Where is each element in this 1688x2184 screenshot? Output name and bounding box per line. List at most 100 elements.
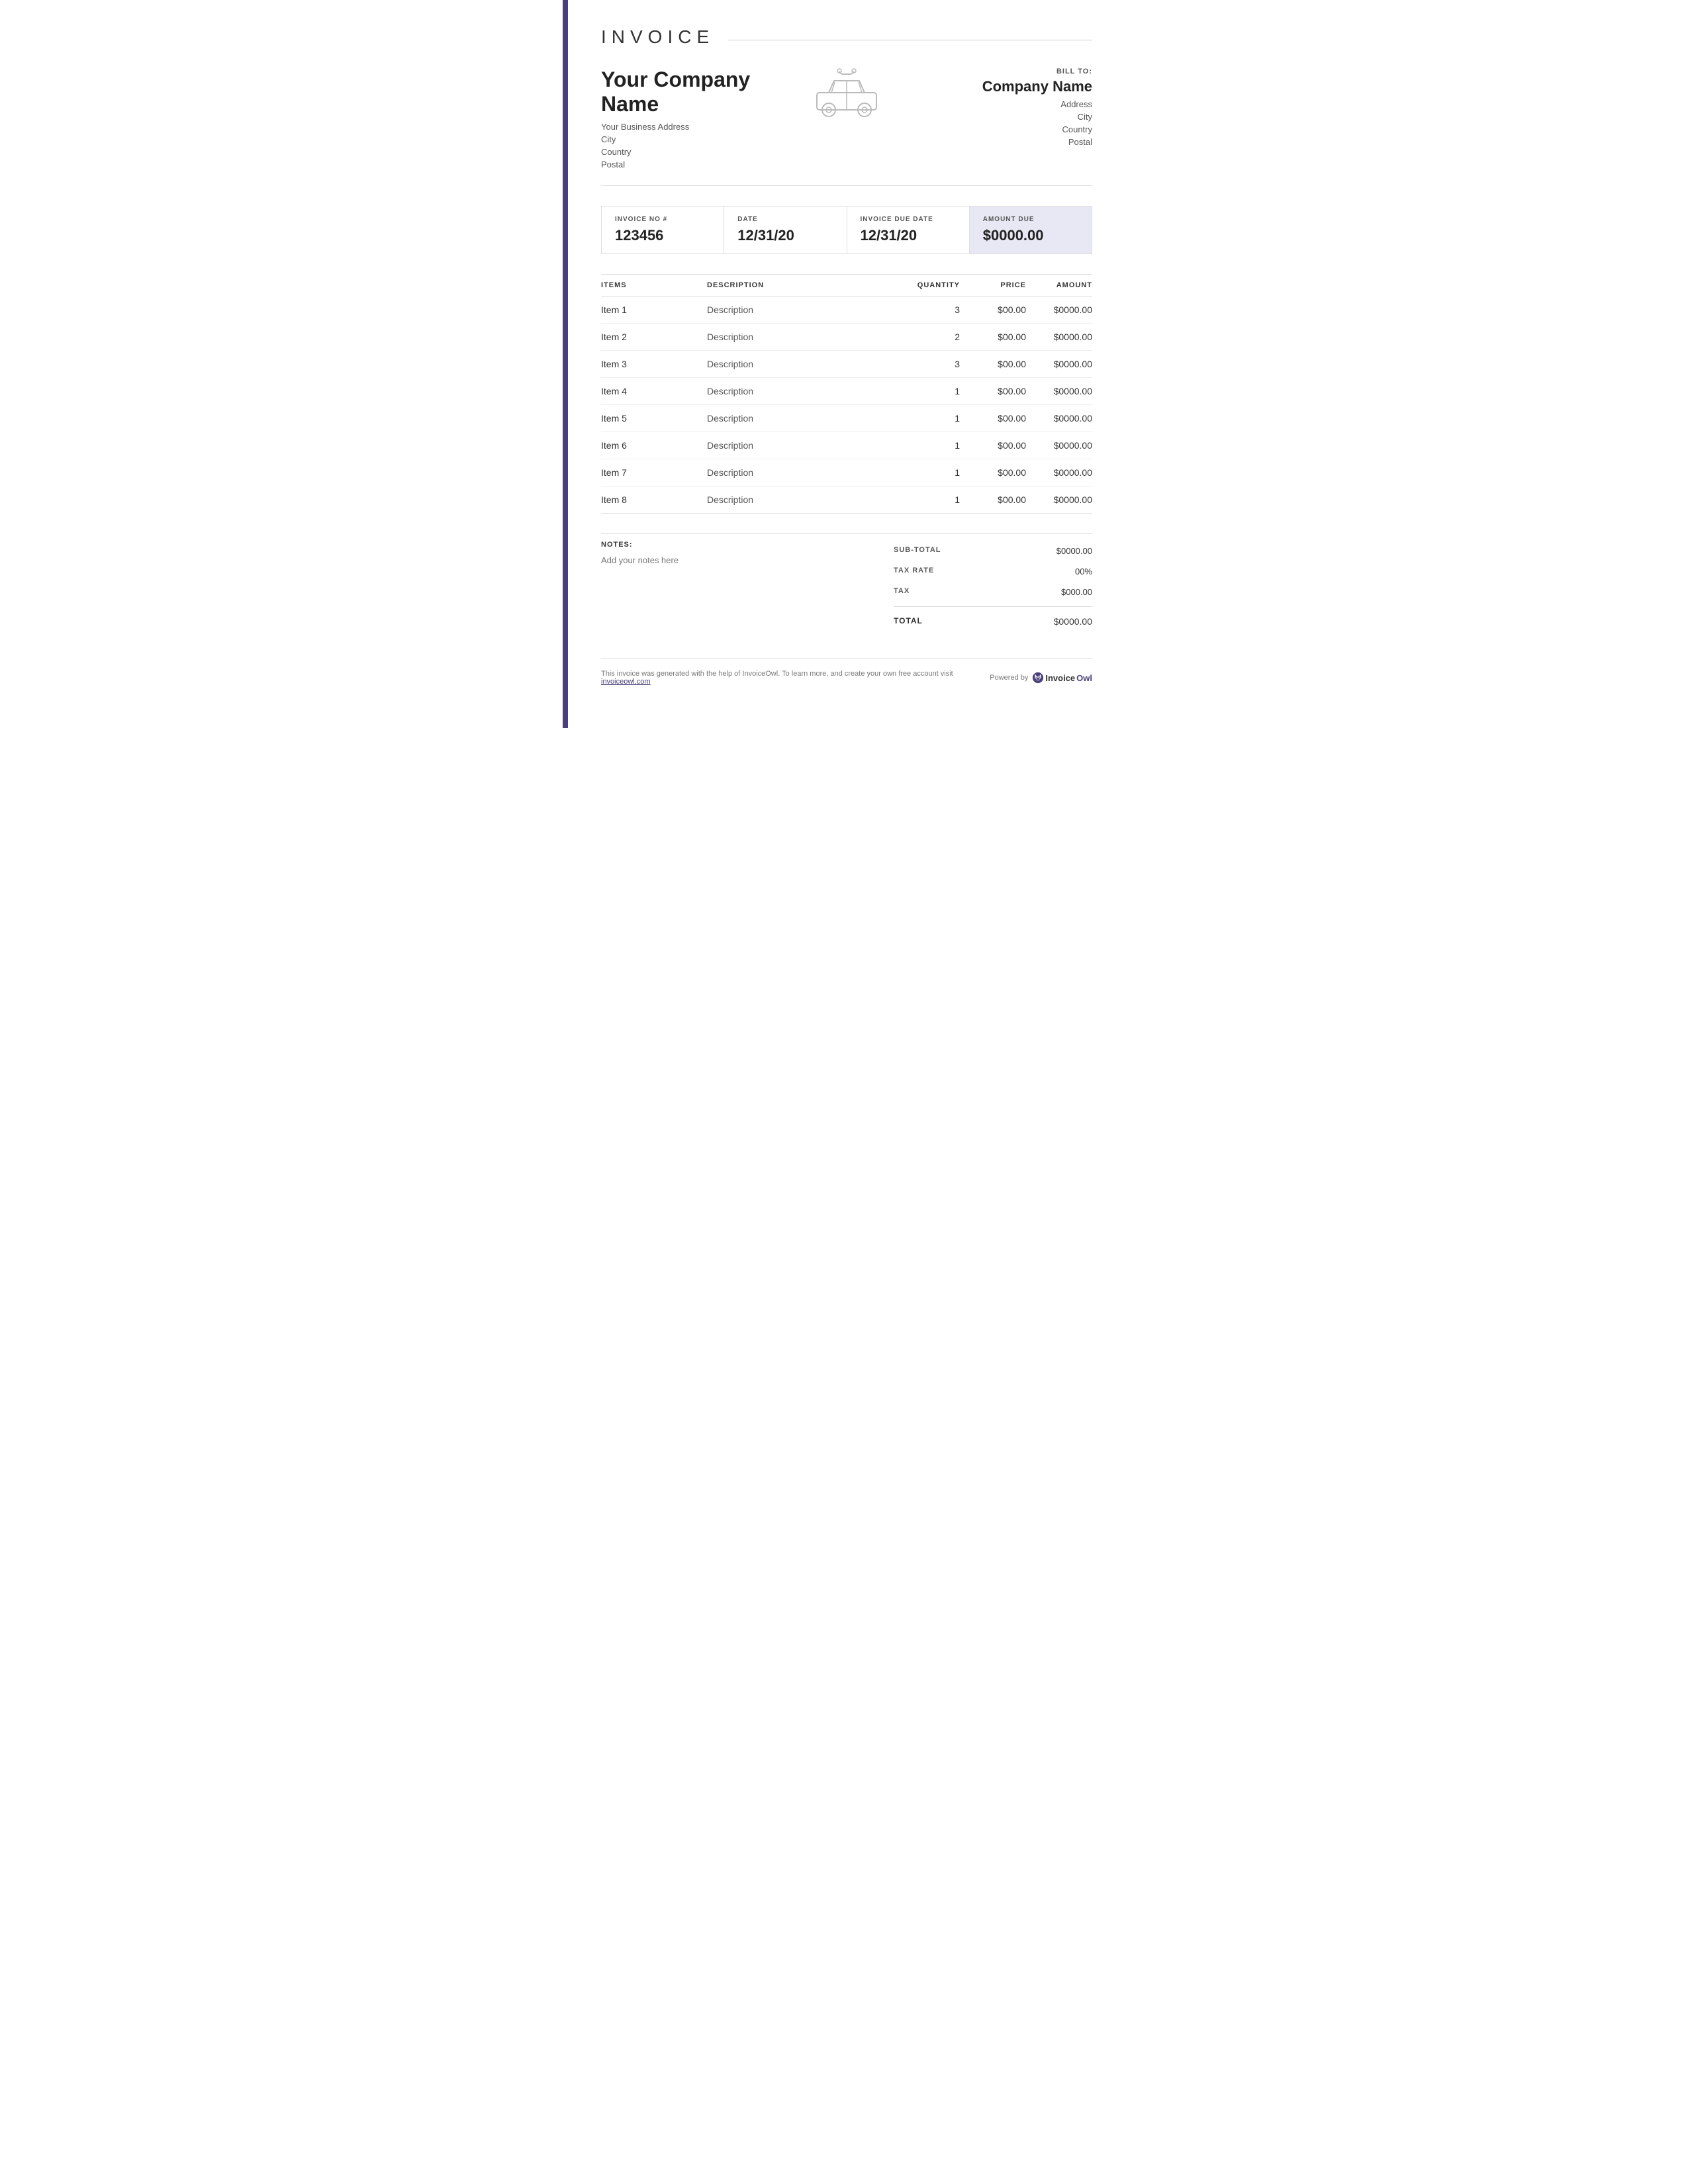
company-address: Your Business Address (601, 122, 807, 132)
item-amount: $0000.00 (1026, 494, 1092, 505)
item-quantity: 1 (894, 467, 960, 478)
header-section: INVOICE (601, 26, 1092, 48)
bill-to-city: City (886, 112, 1092, 122)
logo-owl: Owl (1076, 673, 1092, 683)
col-header-quantity: QUANTITY (894, 281, 960, 289)
bill-to-label: BILL TO: (886, 68, 1092, 75)
car-icon (807, 68, 886, 120)
item-name: Item 7 (601, 467, 707, 478)
amount-due-value: $0000.00 (983, 227, 1078, 244)
item-name: Item 5 (601, 413, 707, 424)
meta-amount-due: AMOUNT DUE $0000.00 (970, 206, 1092, 253)
item-amount: $0000.00 (1026, 304, 1092, 315)
invoice-no-value: 123456 (615, 227, 710, 244)
invoice-title: INVOICE (601, 26, 714, 48)
item-price: $00.00 (960, 413, 1026, 424)
item-amount: $0000.00 (1026, 413, 1092, 424)
bill-to-section: BILL TO: Company Name Address City Count… (886, 68, 1092, 150)
col-header-items: ITEMS (601, 281, 707, 289)
meta-section: INVOICE NO # 123456 DATE 12/31/20 INVOIC… (601, 206, 1092, 254)
due-date-label: INVOICE DUE DATE (861, 216, 956, 223)
items-rows: Item 1 Description 3 $00.00 $0000.00 Ite… (601, 296, 1092, 513)
total-final-row: TOTAL $0000.00 (894, 611, 1092, 632)
item-name: Item 4 (601, 386, 707, 396)
bill-to-country: Country (886, 124, 1092, 134)
subtotal-value: $0000.00 (1056, 546, 1092, 556)
item-description: Description (707, 386, 894, 396)
item-name: Item 6 (601, 440, 707, 451)
footer-text: This invoice was generated with the help… (601, 670, 990, 686)
brand-logo: InvoiceOwl (1032, 672, 1092, 684)
table-row: Item 6 Description 1 $00.00 $0000.00 (601, 432, 1092, 459)
owl-icon (1032, 672, 1044, 684)
invoice-no-label: INVOICE NO # (615, 216, 710, 223)
company-name: Your Company Name (601, 68, 807, 116)
item-amount: $0000.00 (1026, 467, 1092, 478)
page-footer: This invoice was generated with the help… (601, 659, 1092, 686)
table-row: Item 7 Description 1 $00.00 $0000.00 (601, 459, 1092, 486)
car-svg (810, 68, 883, 120)
col-header-price: PRICE (960, 281, 1026, 289)
item-amount: $0000.00 (1026, 332, 1092, 342)
item-name: Item 8 (601, 494, 707, 505)
tax-row: TAX $000.00 (894, 582, 1092, 602)
item-description: Description (707, 494, 894, 505)
item-amount: $0000.00 (1026, 359, 1092, 369)
notes-label: NOTES: (601, 541, 867, 549)
item-name: Item 3 (601, 359, 707, 369)
col-header-description: DESCRIPTION (707, 281, 894, 289)
subtotal-row: SUB-TOTAL $0000.00 (894, 541, 1092, 561)
powered-by: Powered by InvoiceOwl (990, 672, 1092, 684)
date-value: 12/31/20 (737, 227, 833, 244)
item-description: Description (707, 467, 894, 478)
table-header: ITEMS DESCRIPTION QUANTITY PRICE AMOUNT (601, 275, 1092, 296)
bill-to-company: Company Name (886, 78, 1092, 95)
company-section: Your Company Name Your Business Address … (601, 68, 1092, 186)
tax-rate-row: TAX RATE 00% (894, 561, 1092, 582)
company-postal: Postal (601, 159, 807, 169)
item-price: $00.00 (960, 359, 1026, 369)
item-amount: $0000.00 (1026, 440, 1092, 451)
bill-to-postal: Postal (886, 137, 1092, 147)
item-price: $00.00 (960, 332, 1026, 342)
powered-by-text: Powered by (990, 674, 1028, 682)
item-price: $00.00 (960, 494, 1026, 505)
meta-date: DATE 12/31/20 (724, 206, 847, 253)
date-label: DATE (737, 216, 833, 223)
totals-col: SUB-TOTAL $0000.00 TAX RATE 00% TAX $000… (894, 541, 1092, 632)
logo-invoice: Invoice (1045, 673, 1075, 683)
total-value: $0000.00 (1054, 616, 1092, 627)
total-divider (894, 606, 1092, 607)
table-row: Item 1 Description 3 $00.00 $0000.00 (601, 296, 1092, 324)
tax-value: $000.00 (1061, 587, 1092, 597)
item-name: Item 1 (601, 304, 707, 315)
item-name: Item 2 (601, 332, 707, 342)
item-description: Description (707, 413, 894, 424)
table-row: Item 8 Description 1 $00.00 $0000.00 (601, 486, 1092, 513)
total-label: TOTAL (894, 616, 923, 627)
item-quantity: 1 (894, 413, 960, 424)
meta-due-date: INVOICE DUE DATE 12/31/20 (847, 206, 970, 253)
accent-bar (563, 0, 568, 728)
notes-text: Add your notes here (601, 555, 867, 565)
item-price: $00.00 (960, 467, 1026, 478)
item-price: $00.00 (960, 440, 1026, 451)
invoice-page: INVOICE Your Company Name Your Business … (563, 0, 1125, 728)
footer-link[interactable]: invoiceowl.com (601, 678, 651, 686)
notes-col: NOTES: Add your notes here (601, 541, 894, 632)
item-description: Description (707, 440, 894, 451)
item-description: Description (707, 332, 894, 342)
tax-rate-label: TAX RATE (894, 567, 934, 576)
due-date-value: 12/31/20 (861, 227, 956, 244)
item-quantity: 2 (894, 332, 960, 342)
table-row: Item 3 Description 3 $00.00 $0000.00 (601, 351, 1092, 378)
item-quantity: 1 (894, 494, 960, 505)
col-header-amount: AMOUNT (1026, 281, 1092, 289)
item-quantity: 1 (894, 440, 960, 451)
meta-invoice-no: INVOICE NO # 123456 (602, 206, 724, 253)
table-row: Item 4 Description 1 $00.00 $0000.00 (601, 378, 1092, 405)
item-quantity: 1 (894, 386, 960, 396)
company-country: Country (601, 147, 807, 157)
item-amount: $0000.00 (1026, 386, 1092, 396)
tax-rate-value: 00% (1075, 567, 1092, 576)
